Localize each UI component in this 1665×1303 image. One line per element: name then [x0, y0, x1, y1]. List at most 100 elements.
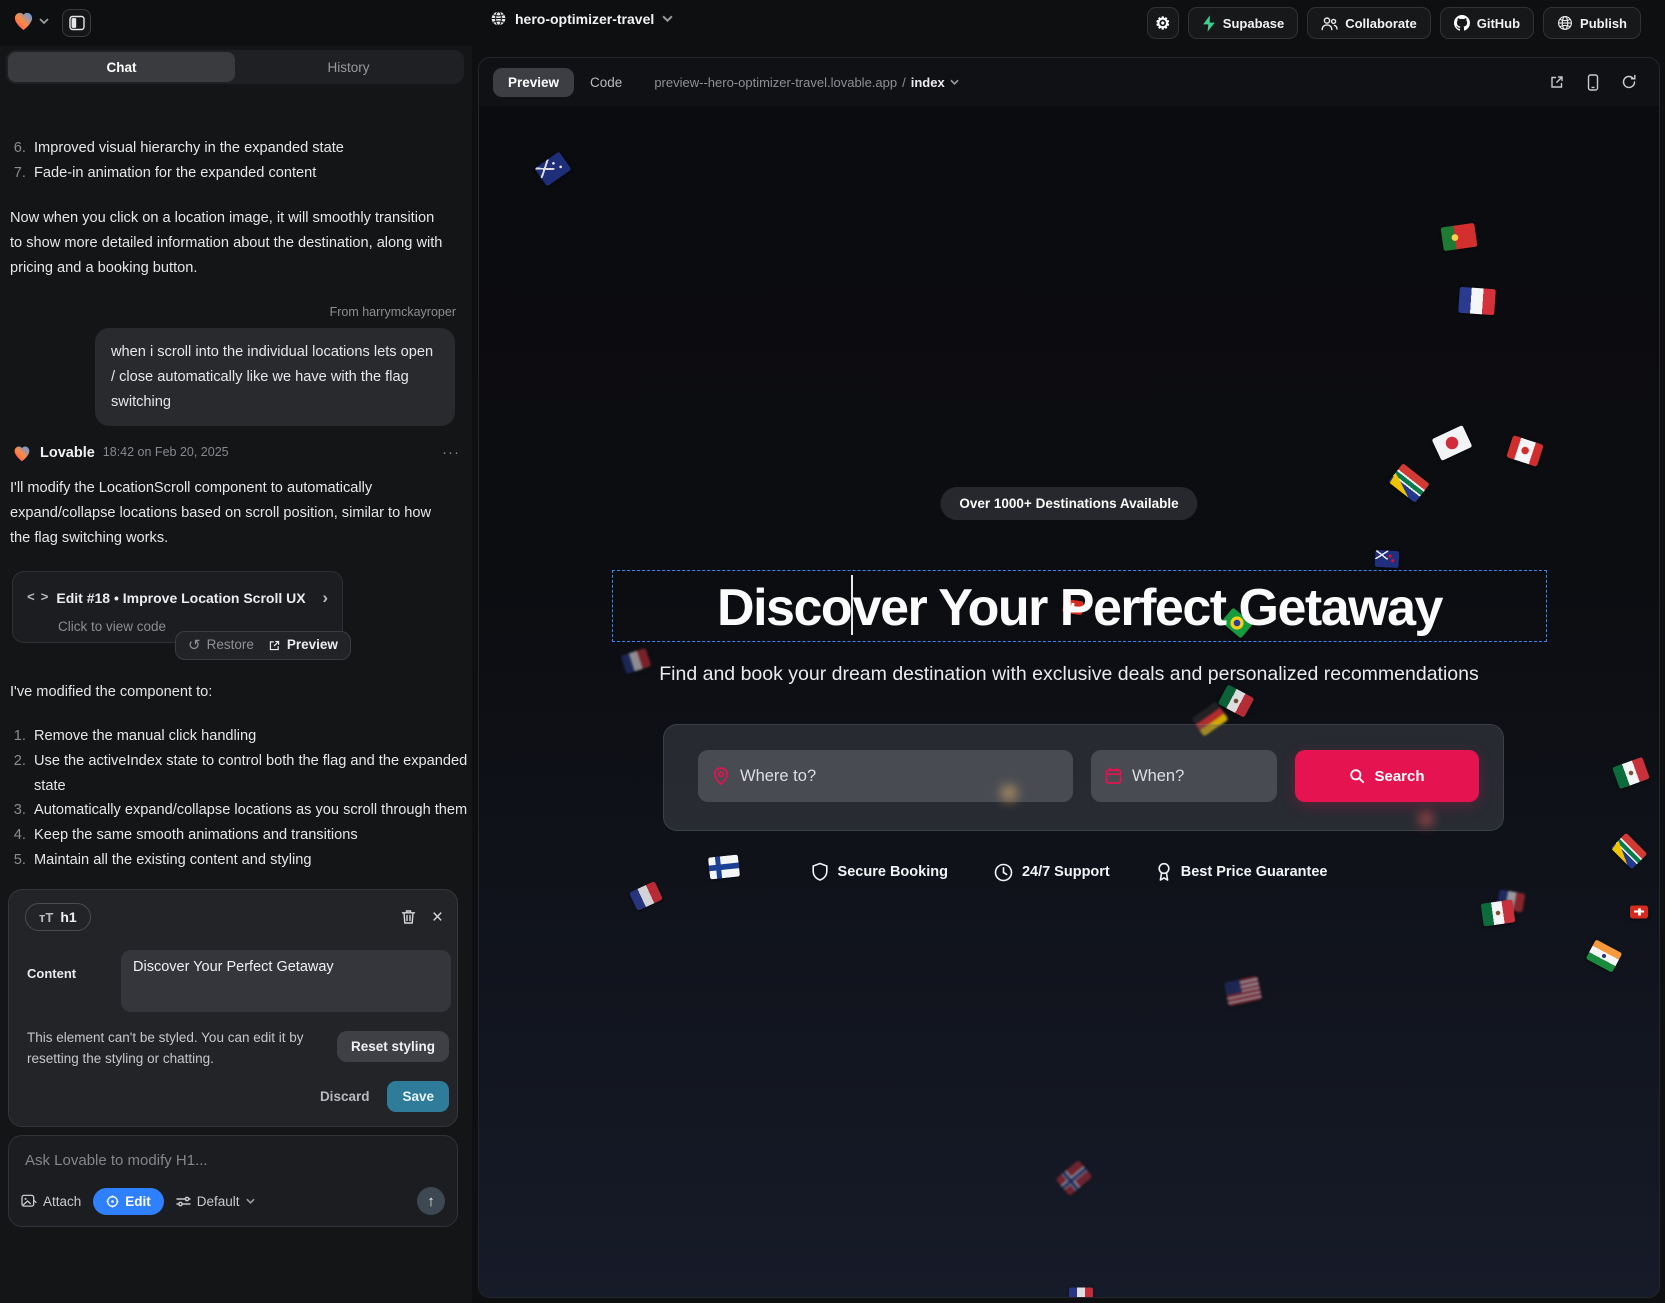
- url-divider: /: [902, 75, 906, 90]
- message-more-button[interactable]: ···: [442, 440, 460, 466]
- element-tag-badge[interactable]: тT h1: [25, 903, 91, 931]
- preview-header: Preview Code preview--hero-optimizer-tra…: [479, 58, 1659, 106]
- assistant-list-item: Keep the same smooth animations and tran…: [30, 823, 472, 848]
- h1-selection-outline[interactable]: Discover Your Perfect Getaway: [612, 570, 1547, 642]
- when-input[interactable]: When?: [1091, 750, 1277, 802]
- supabase-button[interactable]: Supabase: [1188, 7, 1298, 39]
- switzerland-flag-icon: [1630, 906, 1648, 919]
- assistant-message-header: Lovable 18:42 on Feb 20, 2025 ···: [12, 442, 460, 464]
- typography-icon: тT: [39, 910, 53, 925]
- github-button[interactable]: GitHub: [1440, 7, 1534, 39]
- preview-label: Preview: [287, 634, 338, 657]
- settings-button[interactable]: ⚙: [1147, 7, 1179, 39]
- url-host: preview--hero-optimizer-travel.lovable.a…: [654, 75, 897, 90]
- feature-label: Secure Booking: [838, 864, 948, 880]
- user-attribution: From harrymckayroper: [330, 302, 456, 323]
- search-icon: [1349, 768, 1365, 784]
- mode-label: Default: [197, 1194, 240, 1209]
- award-icon: [1156, 862, 1172, 882]
- users-icon: [1321, 16, 1338, 31]
- project-switcher[interactable]: hero-optimizer-travel: [490, 10, 673, 27]
- preview-version-button[interactable]: Preview: [268, 634, 338, 657]
- mode-selector[interactable]: Default: [176, 1194, 255, 1209]
- reset-styling-button[interactable]: Reset styling: [337, 1031, 449, 1062]
- url-page: index: [911, 75, 945, 90]
- chat-transcript: Improved visual hierarchy in the expande…: [0, 84, 472, 944]
- mexico-flag-icon: [1612, 757, 1650, 790]
- where-to-input[interactable]: Where to?: [698, 750, 1073, 802]
- assistant-list-item: Automatically expand/collapse locations …: [30, 798, 472, 823]
- lovable-heart-icon: [12, 10, 35, 31]
- publish-globe-icon: [1557, 15, 1573, 31]
- hero-heading-text: Disco: [717, 579, 851, 637]
- sidebar-tabs: Chat History: [6, 50, 464, 84]
- chevron-right-icon: ›: [322, 584, 328, 613]
- publish-button[interactable]: Publish: [1543, 7, 1641, 39]
- attach-button[interactable]: Attach: [21, 1194, 81, 1209]
- hero-subtitle: Find and book your dream destination wit…: [479, 663, 1659, 686]
- preview-panel: Preview Code preview--hero-optimizer-tra…: [478, 57, 1660, 1298]
- france-flag-icon: [629, 881, 663, 911]
- assistant-list-item: Improved visual hierarchy in the expande…: [30, 136, 344, 161]
- github-label: GitHub: [1477, 16, 1520, 31]
- sliders-icon: [176, 1195, 191, 1208]
- japan-flag-icon: [1432, 425, 1473, 461]
- chat-composer[interactable]: Ask Lovable to modify H1... Attach: [8, 1135, 458, 1227]
- save-button[interactable]: Save: [387, 1081, 449, 1112]
- code-icon: < >: [27, 587, 47, 609]
- chat-sidebar: Chat History Improved visual hierarchy i…: [0, 46, 472, 1303]
- tab-preview[interactable]: Preview: [493, 68, 574, 97]
- preview-url[interactable]: preview--hero-optimizer-travel.lovable.a…: [654, 75, 958, 90]
- south-africa-flag-icon: [1388, 463, 1430, 503]
- chevron-down-icon: [950, 79, 959, 85]
- feature-secure-booking: Secure Booking: [811, 862, 948, 882]
- chevron-down-icon: [39, 18, 49, 24]
- version-actions: ↺ Restore Preview: [175, 631, 351, 660]
- restore-label: Restore: [207, 634, 254, 657]
- github-icon: [1454, 15, 1470, 31]
- assistant-list-item: Fade-in animation for the expanded conte…: [30, 161, 344, 186]
- tab-chat[interactable]: Chat: [8, 52, 235, 82]
- when-placeholder: When?: [1132, 767, 1184, 786]
- feature-support: 24/7 Support: [994, 862, 1110, 882]
- where-to-placeholder: Where to?: [740, 767, 816, 786]
- content-textarea[interactable]: Discover Your Perfect Getaway: [121, 950, 451, 1012]
- collaborate-button[interactable]: Collaborate: [1307, 7, 1431, 39]
- gear-icon: ⚙: [1155, 15, 1170, 32]
- india-flag-icon: [1586, 939, 1623, 973]
- feature-best-price: Best Price Guarantee: [1156, 862, 1328, 882]
- assistant-paragraph: I've modified the component to:: [0, 680, 460, 705]
- close-icon[interactable]: ×: [432, 908, 443, 927]
- edit-mode-label: Edit: [125, 1194, 151, 1209]
- tab-history[interactable]: History: [235, 52, 462, 82]
- edit-mode-button[interactable]: Edit: [93, 1188, 164, 1215]
- send-button[interactable]: ↑: [417, 1187, 445, 1215]
- clock-icon: [994, 863, 1013, 882]
- restore-button[interactable]: ↺ Restore: [188, 633, 254, 659]
- hero-heading[interactable]: Discover Your Perfect Getaway: [717, 575, 1442, 638]
- search-button[interactable]: Search: [1295, 750, 1479, 802]
- assistant-list-item: Use the activeIndex state to control bot…: [30, 749, 472, 799]
- content-field-label: Content: [27, 966, 76, 981]
- search-card: Where to? When?: [663, 724, 1504, 831]
- norway-flag-icon: [1055, 1160, 1092, 1196]
- tab-code[interactable]: Code: [590, 75, 622, 90]
- lovable-logo-menu[interactable]: [12, 10, 49, 31]
- restore-icon: ↺: [188, 633, 201, 659]
- sidebar-toggle-button[interactable]: [62, 9, 91, 37]
- new-zealand-flag-icon: [1375, 550, 1400, 568]
- feature-badges-row: Secure Booking 24/7 Support: [479, 862, 1659, 882]
- target-icon: [106, 1195, 119, 1208]
- refresh-button[interactable]: [1621, 74, 1637, 90]
- assistant-paragraph: Now when you click on a location image, …: [0, 206, 460, 280]
- composer-input[interactable]: Ask Lovable to modify H1...: [25, 1152, 208, 1169]
- mobile-view-button[interactable]: [1587, 74, 1599, 91]
- message-timestamp: 18:42 on Feb 20, 2025: [103, 442, 229, 463]
- topbar-actions: ⚙ Supabase Collaborate: [1147, 7, 1641, 39]
- discard-button[interactable]: Discard: [320, 1089, 370, 1104]
- supabase-label: Supabase: [1223, 16, 1284, 31]
- portugal-flag-icon: [1440, 223, 1477, 251]
- open-in-new-tab-button[interactable]: [1549, 74, 1565, 90]
- delete-element-button[interactable]: [401, 909, 416, 925]
- assistant-list-top: Improved visual hierarchy in the expande…: [30, 136, 344, 186]
